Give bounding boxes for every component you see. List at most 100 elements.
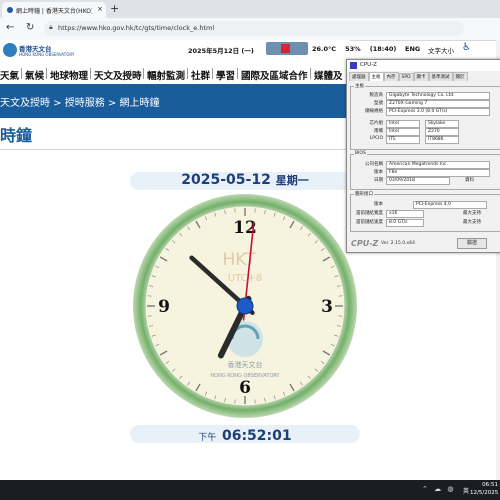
chipset-model: IT8686	[425, 136, 459, 144]
tab-memory[interactable]: 內存	[383, 72, 399, 81]
tab-cpu[interactable]: 處理器	[349, 72, 369, 81]
clock-date: 2025-05-12 星期一	[130, 172, 360, 188]
mb-label: 總線規格	[365, 109, 383, 114]
tab-spd[interactable]: SPD	[398, 73, 414, 81]
bios-row: 公司名稱 American Megatrends Inc.	[353, 161, 500, 169]
hko-logo-icon[interactable]	[3, 43, 17, 57]
bios-extra-label: 資料	[465, 178, 474, 183]
mb-row: 總線規格 PCI-Express 3.0 (8.0 GT/s)	[353, 108, 500, 116]
digital-time: 下午 06:52:01	[130, 425, 360, 444]
address-bar[interactable]: 🔒︎ https://www.hko.gov.hk/tc/gts/time/cl…	[44, 21, 464, 36]
clock-org-en: HONG KONG OBSERVATORY	[210, 373, 280, 379]
tab-mainboard[interactable]: 主板	[368, 72, 384, 81]
time-value: 06:52:01	[221, 428, 292, 444]
bios-row: 版本 F8e	[353, 169, 500, 177]
menu-media[interactable]: 媒體及	[314, 68, 343, 82]
numeral-6: 6	[239, 378, 251, 398]
gfx-label: 版本	[374, 202, 383, 207]
menu-weather[interactable]: 天氣	[0, 68, 19, 82]
chipset-label: 芯片組	[369, 121, 384, 126]
menu-community[interactable]: 社群	[191, 68, 210, 82]
obs-time: (18:40)	[369, 45, 397, 53]
bios-group: BIOS 公司名稱 American Megatrends Inc. 版本 F8e …	[350, 151, 500, 190]
new-tab-button[interactable]: +	[110, 2, 119, 15]
bios-value: 03/09/2018	[386, 177, 450, 185]
chipset-label: 南橋	[374, 129, 383, 134]
bios-row: 日期 03/09/2018 資料	[353, 177, 500, 185]
mb-value: Z270X-Gaming 7	[386, 100, 490, 108]
gfx-group-label: 圖形接口	[354, 191, 374, 197]
gfx-value: PCI-Express 4.0	[413, 201, 487, 209]
menu-divider	[212, 68, 213, 79]
gfx-value: x16	[386, 210, 424, 218]
gfx-value: 8.0 GT/s	[386, 219, 424, 227]
page-title: 時鐘	[0, 126, 33, 145]
cpuz-window[interactable]: CPU-Z 處理器 主板 內存 SPD 顯卡 基準測試 關於 主板 製造商 Gigabyte …	[346, 59, 500, 253]
menu-divider	[46, 68, 47, 79]
humidity: 53%	[345, 45, 361, 53]
chipset-model: Z270	[425, 128, 459, 136]
cpuz-tabs: 處理器 主板 內存 SPD 顯卡 基準測試 關於	[349, 72, 468, 81]
breadcrumb[interactable]: 天文及授時 > 授時服務 > 網上時鐘	[0, 94, 159, 109]
input-language[interactable]: 英	[463, 486, 469, 495]
gfx-label: 當前鏈結寬度	[356, 211, 383, 216]
menu-learning[interactable]: 學習	[216, 68, 235, 82]
numeral-9: 9	[158, 297, 170, 317]
clock-org-zh: 香港天文台	[228, 360, 263, 369]
graphics-interface-group: 圖形接口 版本 PCI-Express 4.0 當前鏈結寬度 x16 最大支持 當前鏈…	[350, 191, 500, 232]
utc-label: UTC+8	[228, 273, 263, 284]
temperature: 26.0°C	[312, 45, 337, 53]
menu-divider	[187, 68, 188, 79]
mb-row: 製造商 Gigabyte Technology Co. Ltd.	[353, 92, 500, 100]
chipset-row: LPCIO ITE IT8686	[353, 136, 500, 144]
menu-radiation[interactable]: 輻射監測	[147, 68, 185, 82]
menu-divider	[143, 68, 144, 79]
bios-group-label: BIOS	[354, 151, 367, 156]
cpuz-titlebar[interactable]: CPU-Z	[347, 60, 500, 71]
header-date: 2025年5月12日 (一)	[188, 47, 254, 55]
date-value: 2025-05-12	[181, 172, 271, 188]
chipset-model: Skylake	[425, 120, 459, 128]
bios-value: American Megatrends Inc.	[386, 161, 490, 169]
mainboard-group-label: 主板	[354, 83, 365, 89]
tab-bench[interactable]: 基準測試	[428, 72, 453, 81]
bios-label: 日期	[374, 178, 383, 183]
weekday: 星期一	[275, 174, 309, 187]
lock-icon: 🔒︎	[49, 23, 53, 31]
chipset-row: 芯片組 Intel Skylake	[353, 120, 500, 128]
logo-text-en[interactable]: HONG KONG OBSERVATORY	[19, 52, 74, 57]
menu-international[interactable]: 國際及區域合作	[241, 68, 308, 82]
tray-icons[interactable]: ⌃ ☁︎ ◍	[422, 485, 455, 493]
taskbar-time[interactable]: 06:51	[474, 482, 498, 488]
mainboard-group: 主板 製造商 Gigabyte Technology Co. Ltd. 型號 Z27…	[350, 83, 500, 150]
weather-warning-icon[interactable]	[266, 42, 308, 55]
header-weather: 26.0°C 53% (18:40)	[312, 45, 396, 53]
gfx-row: 當前鏈結寬度 x16 最大支持	[353, 210, 500, 218]
browser-tab[interactable]: 網上時鐘 | 香港天文台(HKO) | 報 ×	[2, 2, 106, 18]
menu-geophysics[interactable]: 地球物理	[50, 68, 88, 82]
mb-row: 型號 Z270X-Gaming 7	[353, 100, 500, 108]
am-pm: 下午	[198, 433, 217, 443]
menu-astronomy[interactable]: 天文及授時	[94, 68, 142, 82]
tab-about[interactable]: 關於	[452, 72, 468, 81]
menu-divider	[21, 68, 22, 79]
back-arrow-icon[interactable]: ←	[6, 22, 14, 33]
text-size-control[interactable]: 文字大小	[428, 45, 454, 55]
cpuz-logo: CPU-Z	[351, 239, 379, 248]
refresh-icon[interactable]: ↻	[26, 22, 34, 33]
lang-toggle[interactable]: ENG	[405, 45, 420, 53]
menu-climate[interactable]: 氣候	[25, 68, 44, 82]
chipset-vendor: Intel	[386, 120, 420, 128]
chipset-vendor: Intel	[386, 128, 420, 136]
validate-button[interactable]: 驗證	[457, 238, 487, 249]
tab-graphics[interactable]: 顯卡	[413, 72, 429, 81]
numeral-3: 3	[321, 297, 333, 317]
taskbar-date[interactable]: 12/5/2025	[470, 490, 498, 496]
mb-label: 製造商	[369, 93, 384, 98]
cpuz-app-icon	[350, 62, 357, 69]
accessibility-icon[interactable]: ♿︎	[462, 42, 471, 53]
cpuz-footer: CPU-Z Ver. 2.15.0.x64 驗證	[347, 236, 500, 251]
gfx-extra-label: 最大支持	[463, 211, 481, 216]
menu-divider	[90, 68, 91, 79]
tab-close-icon[interactable]: ×	[97, 5, 103, 13]
